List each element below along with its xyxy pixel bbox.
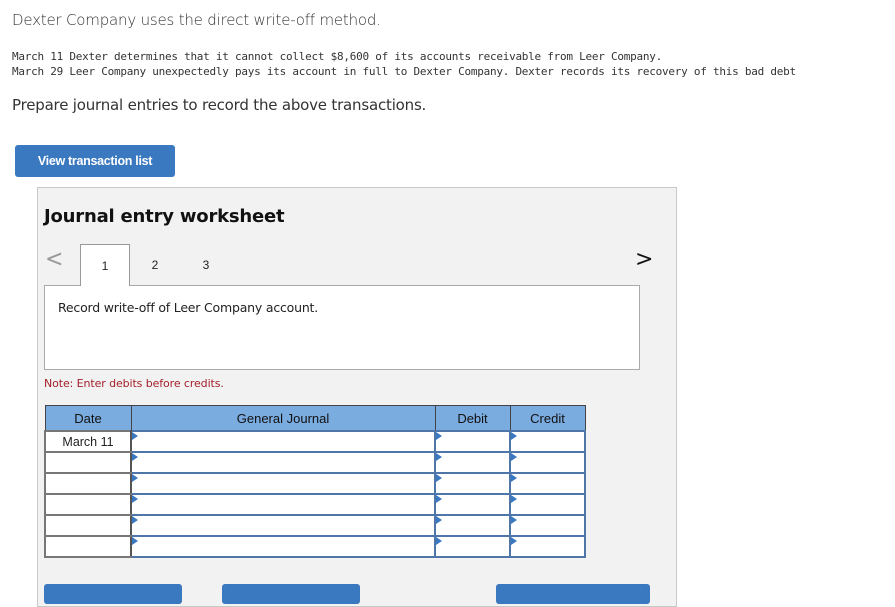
account-cell (130, 514, 436, 537)
transaction-text: Leer Company unexpectedly pays its accou… (69, 65, 796, 78)
header-debit: Debit (434, 405, 511, 432)
account-cell (130, 472, 436, 495)
date-cell (44, 514, 132, 537)
dropdown-indicator-icon (436, 537, 442, 545)
debit-input[interactable] (436, 516, 509, 535)
credit-cell (509, 514, 586, 537)
worksheet-tab-2[interactable]: 2 (130, 244, 180, 285)
credit-input[interactable] (511, 474, 584, 493)
dropdown-indicator-icon (132, 537, 138, 545)
debit-input[interactable] (436, 474, 509, 493)
debit-cell (434, 430, 511, 453)
dropdown-indicator-icon (436, 453, 442, 461)
dropdown-indicator-icon (132, 432, 138, 440)
table-row: March 11 (44, 430, 586, 453)
date-cell (44, 451, 132, 474)
table-header-row: Date General Journal Debit Credit (44, 405, 586, 432)
chevron-right-icon[interactable]: > (635, 247, 653, 272)
credit-input[interactable] (511, 432, 584, 451)
entry-description: Record write-off of Leer Company account… (58, 300, 319, 315)
dropdown-indicator-icon (511, 516, 517, 524)
account-cell (130, 493, 436, 516)
instruction-text: Prepare journal entries to record the ab… (12, 96, 427, 114)
table-row (44, 514, 586, 537)
worksheet-tab-1[interactable]: 1 (80, 244, 130, 286)
debit-input[interactable] (436, 495, 509, 514)
account-input[interactable] (132, 474, 434, 493)
credit-cell (509, 430, 586, 453)
general-journal-table: Date General Journal Debit Credit March … (44, 405, 586, 558)
debit-cell (434, 535, 511, 558)
credit-cell (509, 472, 586, 495)
dropdown-indicator-icon (436, 516, 442, 524)
worksheet-tab-3[interactable]: 3 (181, 244, 231, 285)
debits-note: Note: Enter debits before credits. (44, 377, 224, 390)
debit-input[interactable] (436, 432, 509, 451)
date-cell (44, 493, 132, 516)
transaction-line-2: March 29 Leer Company unexpectedly pays … (12, 65, 796, 78)
date-cell (44, 535, 132, 558)
dropdown-indicator-icon (436, 432, 442, 440)
table-row (44, 493, 586, 516)
transaction-date: March 11 (12, 50, 63, 63)
dropdown-indicator-icon (132, 516, 138, 524)
dropdown-indicator-icon (511, 453, 517, 461)
account-input[interactable] (132, 453, 434, 472)
dropdown-indicator-icon (436, 495, 442, 503)
credit-cell (509, 451, 586, 474)
debit-cell (434, 493, 511, 516)
debit-cell (434, 451, 511, 474)
dropdown-indicator-icon (511, 495, 517, 503)
view-general-journal-button[interactable] (496, 584, 650, 604)
entry-description-box (44, 285, 640, 370)
account-cell (130, 430, 436, 453)
transaction-text: Dexter determines that it cannot collect… (69, 50, 663, 63)
credit-input[interactable] (511, 495, 584, 514)
dropdown-indicator-icon (511, 537, 517, 545)
transaction-date: March 29 (12, 65, 63, 78)
date-cell (44, 472, 132, 495)
credit-input[interactable] (511, 537, 584, 556)
debit-cell (434, 472, 511, 495)
account-cell (130, 451, 436, 474)
dropdown-indicator-icon (132, 474, 138, 482)
problem-intro: Dexter Company uses the direct write-off… (12, 11, 381, 29)
dropdown-indicator-icon (436, 474, 442, 482)
account-cell (130, 535, 436, 558)
header-credit: Credit (509, 405, 586, 432)
account-input[interactable] (132, 516, 434, 535)
credit-cell (509, 493, 586, 516)
credit-input[interactable] (511, 516, 584, 535)
dropdown-indicator-icon (511, 474, 517, 482)
worksheet-title: Journal entry worksheet (44, 206, 285, 227)
chevron-left-icon[interactable]: < (45, 246, 63, 274)
credit-input[interactable] (511, 453, 584, 472)
debit-input[interactable] (436, 453, 509, 472)
account-input[interactable] (132, 432, 434, 451)
header-date: Date (44, 405, 132, 432)
table-row (44, 535, 586, 558)
table-row (44, 472, 586, 495)
view-transaction-list-button[interactable]: View transaction list (15, 145, 175, 177)
credit-cell (509, 535, 586, 558)
debit-cell (434, 514, 511, 537)
date-cell: March 11 (44, 430, 132, 453)
clear-entry-button[interactable] (222, 584, 360, 604)
dropdown-indicator-icon (132, 453, 138, 461)
dropdown-indicator-icon (132, 495, 138, 503)
record-entry-button[interactable] (44, 584, 182, 604)
table-row (44, 451, 586, 474)
account-input[interactable] (132, 495, 434, 514)
account-input[interactable] (132, 537, 434, 556)
header-general-journal: General Journal (130, 405, 436, 432)
debit-input[interactable] (436, 537, 509, 556)
transaction-line-1: March 11 Dexter determines that it canno… (12, 50, 662, 63)
dropdown-indicator-icon (511, 432, 517, 440)
